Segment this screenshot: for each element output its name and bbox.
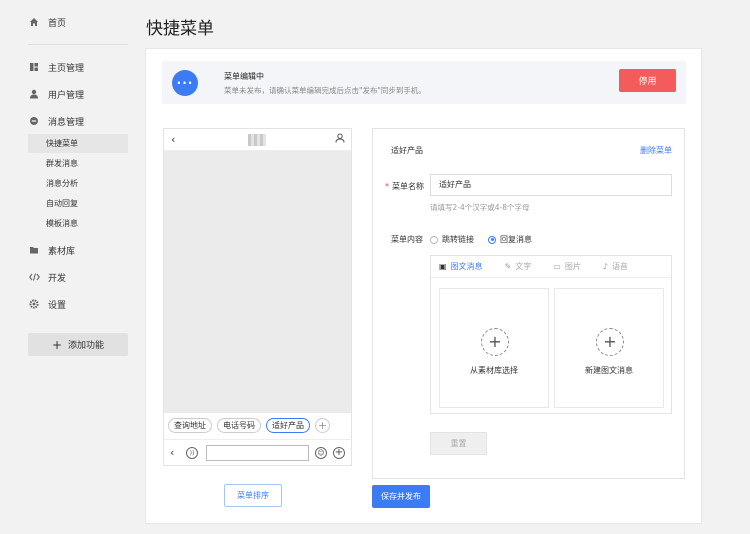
delete-menu-link[interactable]: 删除菜单 [640,145,672,156]
code-icon [28,271,40,283]
phone-chat-area [164,151,351,413]
plus-icon: + [481,328,509,356]
notice-desc: 菜单未发布，请确认菜单编辑完成后点击"发布"同步到手机。 [224,86,426,95]
nav-home-label: 首页 [48,18,67,29]
home-icon [28,16,40,28]
nav-home[interactable]: 首页 [28,14,66,30]
sidebar-item-message-analysis[interactable]: 消息分析 [28,174,128,193]
nav-develop[interactable]: 开发 [28,269,66,285]
plus-circle-icon[interactable]: + [333,447,345,459]
phone-menu-item[interactable]: 电话号码 [217,417,261,433]
tab-voice-label: 语音 [611,262,628,271]
nav-user-mgmt[interactable]: 用户管理 [28,86,84,102]
add-menu-icon[interactable]: + [315,417,330,433]
more-dots-icon: ··· [172,70,198,96]
phone-menu-item-active[interactable]: 适好产品 [266,417,310,433]
save-publish-button[interactable]: 保存并发布 [372,485,430,508]
radio-link-label[interactable]: 跳转链接 [442,234,474,245]
name-label: * 菜单名称 [385,181,424,192]
add-feature-label: 添加功能 [68,341,105,351]
nav-material-label: 素材库 [48,246,76,257]
emoji-icon[interactable]: ☺ [315,447,327,459]
menu-editor: 适好产品 删除菜单 * 菜单名称 适好产品 请填写2-4个汉字或4-8个字母 菜单… [372,128,685,479]
grid-icon [28,61,40,73]
plus-icon: + [596,328,624,356]
chevron-left-icon[interactable]: ‹ [171,133,175,146]
tab-news[interactable]: ▣ 图文消息 [439,261,483,272]
sidebar-item-mass-message[interactable]: 群发消息 [28,154,128,173]
content-type-radios: 跳转链接 回复消息 [430,234,546,245]
notice-bar: ··· 菜单编辑中 菜单未发布，请确认菜单编辑完成后点击"发布"同步到手机。 停… [162,61,686,104]
required-mark: * [385,182,389,191]
tab-news-label: 图文消息 [450,262,483,271]
phone-input-bar: ‹ )) ☺ + [164,439,351,466]
tab-voice[interactable]: ♪ 语音 [603,261,628,272]
phone-message-input[interactable] [206,445,309,461]
stop-button[interactable]: 停用 [619,69,676,92]
menu-name-input[interactable]: 适好产品 [430,174,672,196]
main-panel: ··· 菜单编辑中 菜单未发布，请确认菜单编辑完成后点击"发布"同步到手机。 停… [145,48,702,524]
phone-menu-bar: 查询地址 电话号码 适好产品 + [164,414,351,436]
mic-icon: ♪ [602,262,608,271]
choose-from-library-card[interactable]: + 从素材库选择 [439,288,549,408]
content-tabs: ▣ 图文消息 ✎ 文字 ▭ 图片 ♪ 语音 [431,256,671,278]
sidebar: 首页 主页管理 用户管理 消息管理 快捷菜单 群发消息 消息分析 自动回复 模板… [0,0,140,534]
sidebar-item-template-message[interactable]: 模板消息 [28,214,128,233]
phone-menu-item[interactable]: 查询地址 [168,417,212,433]
radio-reply-label[interactable]: 回复消息 [500,234,532,245]
radio-reply[interactable] [488,235,496,244]
menu-sort-button[interactable]: 菜单排序 [224,484,282,507]
name-label-text: 菜单名称 [392,182,424,191]
tab-image-label: 图片 [564,262,581,271]
tab-text[interactable]: ✎ 文字 [505,261,532,272]
content-label: 菜单内容 [391,235,423,244]
account-name-blurred [248,134,266,146]
new-news-card[interactable]: + 新建图文消息 [554,288,664,408]
gear-icon [28,298,40,310]
nav-user-mgmt-label: 用户管理 [48,90,85,101]
news-icon: ▣ [439,262,447,271]
reset-button[interactable]: 重置 [430,432,487,455]
image-icon: ▭ [553,262,561,271]
folder-icon [28,244,40,256]
message-icon [28,115,40,127]
nav-home-mgmt[interactable]: 主页管理 [28,59,84,75]
phone-header: ‹ [164,129,351,151]
tab-image[interactable]: ▭ 图片 [553,261,581,272]
sidebar-item-auto-reply[interactable]: 自动回复 [28,194,128,213]
nav-msg-mgmt-label: 消息管理 [48,117,85,128]
page-title: 快捷菜单 [146,19,214,39]
nav-msg-mgmt[interactable]: 消息管理 [28,113,84,129]
editor-title: 适好产品 [391,146,423,155]
phone-preview: ‹ 查询地址 电话号码 适好产品 + ‹ )) ☺ + [163,128,352,466]
choose-from-library-label: 从素材库选择 [470,366,518,375]
nav-settings[interactable]: 设置 [28,296,66,312]
user-icon [28,88,40,100]
name-hint: 请填写2-4个汉字或4-8个字母 [430,203,530,212]
nav-develop-label: 开发 [48,273,67,284]
sidebar-item-quick-menu[interactable]: 快捷菜单 [28,134,128,153]
nav-settings-label: 设置 [48,300,67,311]
nav-home-mgmt-label: 主页管理 [48,63,85,74]
new-news-label: 新建图文消息 [585,366,633,375]
voice-icon[interactable]: )) [186,447,198,459]
radio-link[interactable] [430,235,438,244]
reply-content-box: ▣ 图文消息 ✎ 文字 ▭ 图片 ♪ 语音 + 从素材库选择 + 新建图文消息 [430,255,672,414]
notice-title: 菜单编辑中 [224,72,264,81]
nav-material[interactable]: 素材库 [28,242,75,258]
sidebar-divider [28,44,128,45]
tab-text-label: 文字 [515,262,532,271]
add-feature-button[interactable]: + 添加功能 [28,333,128,356]
chevron-left-icon[interactable]: ‹ [170,446,174,459]
pen-icon: ✎ [504,262,512,271]
user-icon[interactable] [335,133,345,146]
plus-icon: + [51,337,63,352]
